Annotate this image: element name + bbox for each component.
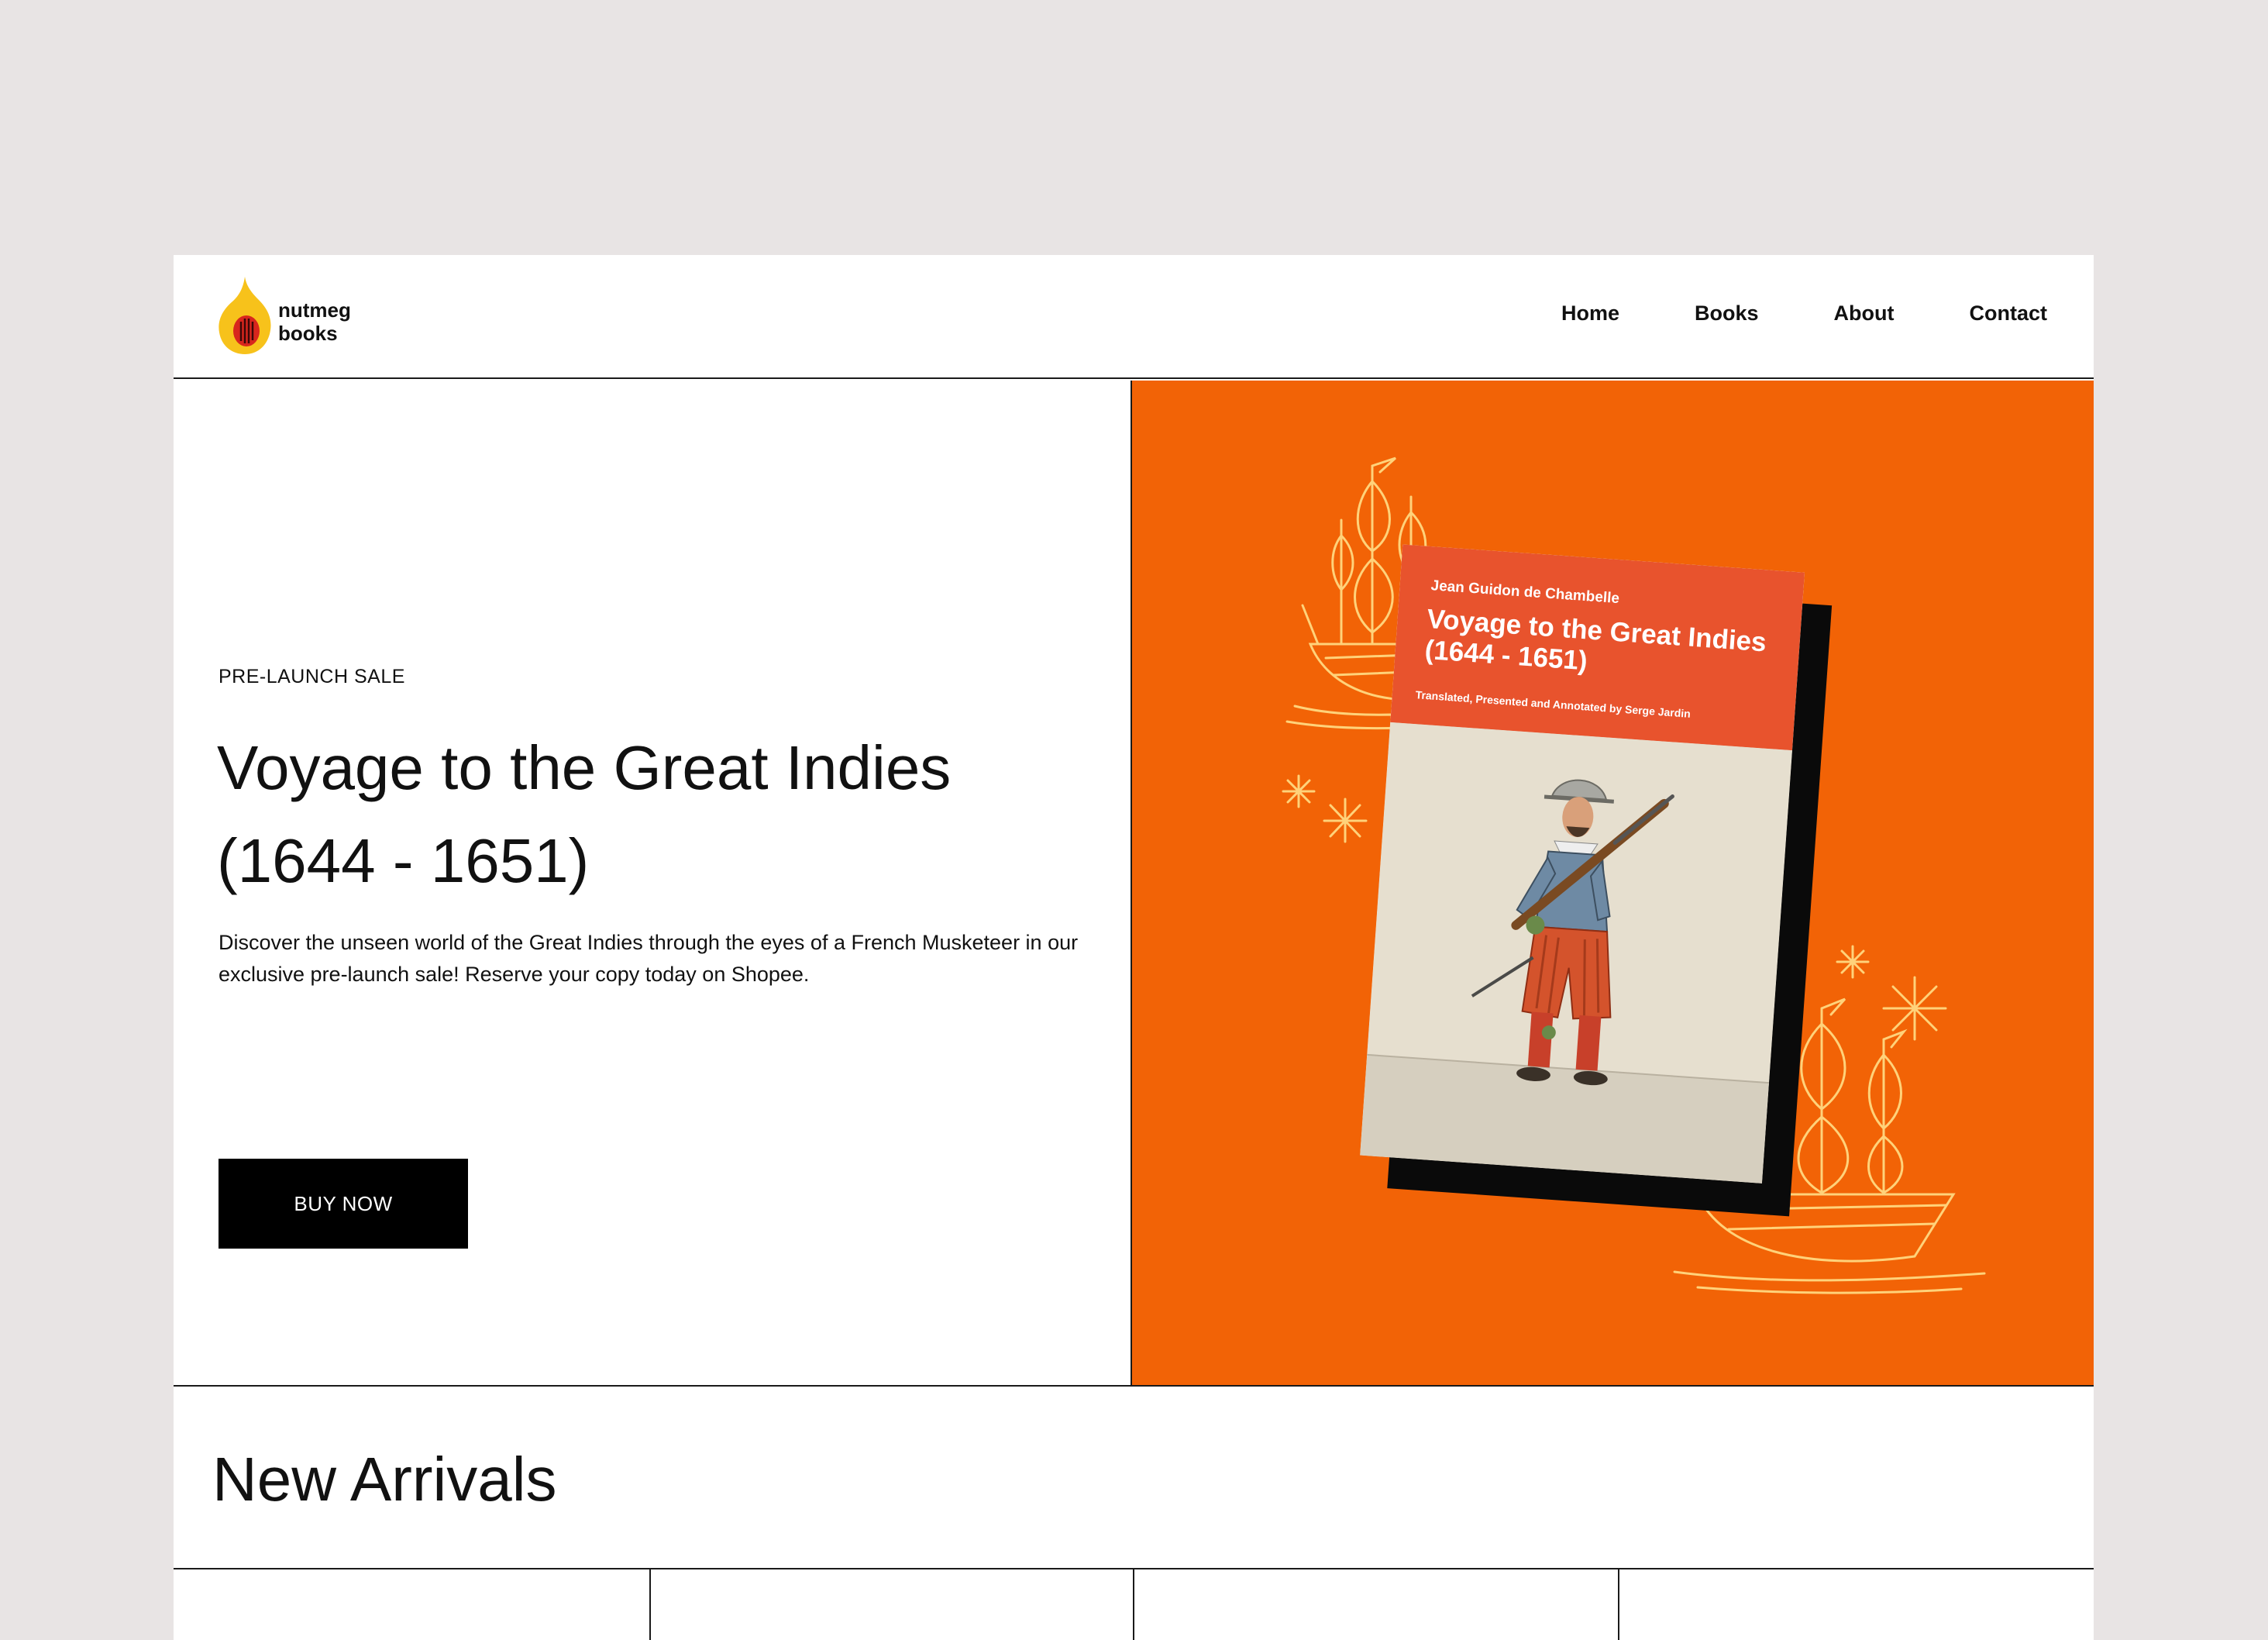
musketeer-illustration <box>1360 722 1792 1183</box>
new-arrivals-title: New Arrivals <box>212 1445 557 1514</box>
page-frame: nutmeg books Home Books About Contact PR… <box>174 255 2094 1640</box>
site-header: nutmeg books Home Books About Contact <box>174 255 2094 379</box>
nav-about[interactable]: About <box>1834 300 1895 326</box>
nav-books[interactable]: Books <box>1695 300 1759 326</box>
buy-now-button[interactable]: BUY NOW <box>219 1159 468 1249</box>
hero-image-panel: Jean Guidon de Chambelle Voyage to the G… <box>1132 381 2094 1385</box>
book-author: Jean Guidon de Chambelle <box>1430 577 1620 608</box>
sparkle-icon <box>1282 774 1368 843</box>
main-nav: Home Books About Contact <box>1561 300 2047 326</box>
book-title-band: Jean Guidon de Chambelle Voyage to the G… <box>1390 544 1805 751</box>
book-cover[interactable]: Jean Guidon de Chambelle Voyage to the G… <box>1358 544 1836 1217</box>
hero-eyebrow: PRE-LAUNCH SALE <box>219 666 405 687</box>
book-title: Voyage to the Great Indies (1644 - 1651) <box>1423 603 1767 677</box>
hero-title: Voyage to the Great Indies (1644 - 1651) <box>217 733 952 895</box>
sparkle-icon <box>1836 945 1947 1041</box>
book-card[interactable] <box>1618 1569 2094 1640</box>
brand-name: nutmeg books <box>278 298 351 345</box>
new-arrivals-grid <box>174 1568 2094 1640</box>
book-credit: Translated, Presented and Annotated by S… <box>1415 688 1692 720</box>
nav-contact[interactable]: Contact <box>1970 300 2048 326</box>
book-front: Jean Guidon de Chambelle Voyage to the G… <box>1360 544 1805 1183</box>
book-card[interactable] <box>649 1569 1133 1640</box>
brand-logo[interactable]: nutmeg books <box>217 275 372 360</box>
hero-text-panel: PRE-LAUNCH SALE Voyage to the Great Indi… <box>174 381 1132 1385</box>
hero-description: Discover the unseen world of the Great I… <box>219 931 1079 986</box>
section-divider <box>174 1385 2094 1387</box>
book-card[interactable] <box>174 1569 649 1640</box>
book-card[interactable] <box>1133 1569 1618 1640</box>
nav-home[interactable]: Home <box>1561 300 1619 326</box>
nutmeg-logo-icon <box>219 277 271 354</box>
